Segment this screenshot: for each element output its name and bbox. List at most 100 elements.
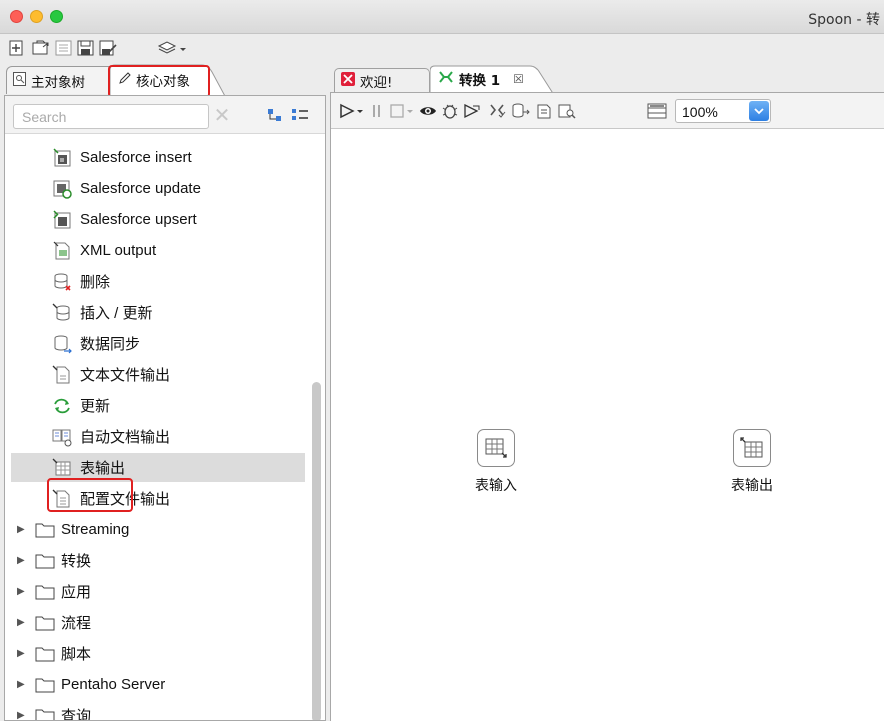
tab-transformation-label: 转换 1	[459, 73, 501, 89]
collapse-tree-icon[interactable]	[267, 108, 283, 126]
list-item[interactable]: XML output	[11, 236, 305, 265]
verify-icon[interactable]	[489, 102, 507, 120]
highlight-box	[47, 478, 133, 512]
new-file-icon[interactable]	[8, 39, 24, 57]
tab-welcome-label: 欢迎!	[360, 75, 393, 91]
replay-icon[interactable]	[463, 102, 481, 120]
main-toolbar	[0, 34, 884, 62]
maximize-window-button[interactable]	[50, 10, 63, 23]
folder-flow[interactable]: ▶ 流程	[11, 608, 305, 637]
sync-icon	[51, 334, 73, 354]
left-panel: 主对象树 核心对象 ✕ Salesforce insert	[4, 62, 326, 721]
expand-arrow-icon[interactable]: ▶	[17, 617, 29, 628]
list-item[interactable]: Salesforce update	[11, 174, 305, 203]
title-bar: Spoon - 转	[0, 0, 884, 34]
expand-arrow-icon[interactable]: ▶	[17, 555, 29, 566]
list-item[interactable]: 自动文档输出	[11, 422, 305, 451]
impact-icon[interactable]	[511, 102, 531, 120]
welcome-icon	[341, 72, 355, 90]
update-icon	[51, 396, 73, 416]
close-tab-icon[interactable]: ☒	[513, 72, 524, 86]
xml-output-icon	[51, 241, 73, 261]
expand-arrow-icon[interactable]: ▶	[17, 524, 29, 535]
folder-application[interactable]: ▶ 应用	[11, 577, 305, 606]
chevron-down-icon[interactable]	[749, 101, 769, 121]
step-list: Salesforce insert Salesforce update Sale…	[5, 134, 325, 720]
folder-script[interactable]: ▶ 脚本	[11, 639, 305, 668]
zoom-select[interactable]: 100%	[675, 99, 771, 123]
search-input[interactable]	[13, 104, 209, 129]
step-table-input-label: 表输入	[475, 477, 517, 493]
canvas-toolbar: 100%	[331, 93, 884, 129]
folder-streaming[interactable]: ▶ Streaming	[11, 515, 305, 544]
expand-tree-icon[interactable]	[291, 108, 309, 126]
run-icon[interactable]	[339, 102, 365, 120]
step-table-output-label: 表输出	[731, 477, 773, 493]
debug-icon[interactable]	[441, 102, 459, 120]
step-table-output[interactable]: 表输出	[707, 429, 797, 495]
window-title: Spoon - 转	[808, 12, 880, 28]
explore-icon[interactable]	[54, 39, 72, 57]
folder-icon	[35, 613, 55, 633]
expand-arrow-icon[interactable]: ▶	[17, 710, 29, 720]
list-item[interactable]: 插入 / 更新	[11, 298, 305, 327]
zoom-value: 100%	[682, 104, 718, 120]
editor-area: 100% 表输入 表输出	[330, 92, 884, 721]
pause-icon[interactable]	[371, 102, 383, 120]
expand-arrow-icon[interactable]: ▶	[17, 586, 29, 597]
folder-transform[interactable]: ▶ 转换	[11, 546, 305, 575]
close-window-button[interactable]	[10, 10, 23, 23]
list-item[interactable]: 文本文件输出	[11, 360, 305, 389]
minimize-window-button[interactable]	[30, 10, 43, 23]
folder-icon	[35, 551, 55, 571]
folder-query[interactable]: ▶ 查询	[11, 701, 305, 720]
transformation-canvas[interactable]: 表输入 表输出	[331, 129, 884, 721]
preview-icon[interactable]	[419, 102, 437, 120]
grid-icon[interactable]	[647, 102, 667, 120]
save-as-icon[interactable]	[98, 39, 118, 57]
insert-update-icon	[51, 303, 73, 323]
table-input-icon	[477, 429, 515, 467]
salesforce-update-icon	[51, 179, 73, 199]
open-file-icon[interactable]	[32, 39, 50, 57]
list-item[interactable]: Salesforce insert	[11, 143, 305, 172]
expand-arrow-icon[interactable]: ▶	[17, 679, 29, 690]
object-tree-icon	[13, 71, 26, 90]
stop-icon[interactable]	[389, 102, 415, 120]
list-item[interactable]: 更新	[11, 391, 305, 420]
folder-pentaho-server[interactable]: ▶ Pentaho Server	[11, 670, 305, 699]
layers-icon[interactable]	[156, 39, 188, 57]
table-output-icon	[733, 429, 771, 467]
highlight-box	[108, 65, 210, 98]
folder-icon	[35, 644, 55, 664]
left-tab-bar: 主对象树 核心对象	[4, 62, 326, 98]
search-bar: ✕	[5, 96, 325, 134]
list-item[interactable]: 删除	[11, 267, 305, 296]
tab-welcome[interactable]: 欢迎!	[334, 68, 430, 93]
editor-tab-bar: 欢迎! 转换 1 ☒	[330, 62, 884, 95]
core-objects-panel: ✕ Salesforce insert Salesforce update Sa…	[4, 95, 326, 721]
explore-db-icon[interactable]	[557, 102, 577, 120]
salesforce-insert-icon	[51, 147, 73, 168]
clear-search-icon[interactable]: ✕	[213, 105, 231, 125]
list-item[interactable]: 数据同步	[11, 329, 305, 358]
expand-arrow-icon[interactable]: ▶	[17, 648, 29, 659]
table-output-icon	[51, 458, 73, 478]
text-file-output-icon	[51, 365, 73, 385]
tab-object-tree[interactable]: 主对象树	[6, 66, 116, 94]
transformation-icon	[438, 70, 454, 88]
folder-icon	[35, 520, 55, 540]
salesforce-upsert-icon	[51, 209, 73, 230]
list-item[interactable]: Salesforce upsert	[11, 205, 305, 234]
save-icon[interactable]	[76, 39, 94, 57]
auto-doc-icon	[51, 427, 73, 447]
right-panel: 欢迎! 转换 1 ☒ 100% 表输入 表输出	[330, 62, 884, 721]
folder-icon	[35, 675, 55, 695]
folder-icon	[35, 706, 55, 720]
folder-icon	[35, 582, 55, 602]
tab-object-tree-label: 主对象树	[31, 74, 85, 91]
sql-icon[interactable]	[535, 102, 553, 120]
step-table-input[interactable]: 表输入	[451, 429, 541, 495]
scrollbar-thumb[interactable]	[312, 382, 321, 720]
tab-transformation-1[interactable]: 转换 1 ☒	[430, 65, 560, 95]
